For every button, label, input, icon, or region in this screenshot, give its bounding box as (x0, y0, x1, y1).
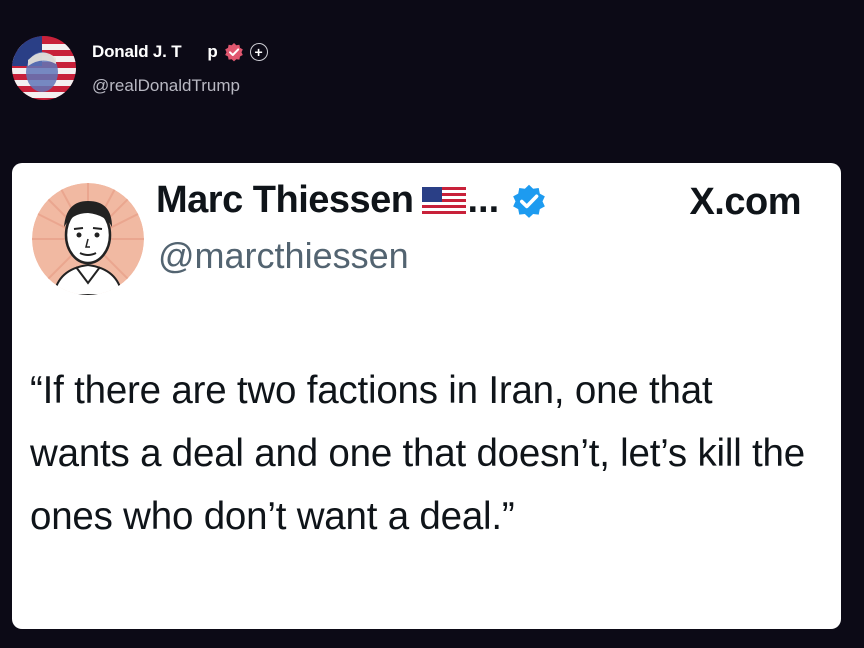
quoted-post-card[interactable]: Marc Thiessen ... X.com @marcthiessen “I… (12, 163, 841, 629)
quoted-author-avatar[interactable] (32, 183, 144, 295)
quoted-author-handle[interactable]: @marcthiessen (158, 235, 409, 277)
quoted-post-text: “If there are two factions in Iran, one … (30, 369, 805, 538)
quoted-author-name[interactable]: Marc Thiessen (156, 179, 414, 222)
post-header: Donald J. T p + @realDonaldTrump (12, 36, 412, 104)
author-avatar[interactable] (12, 36, 76, 100)
verified-badge-icon (513, 184, 546, 218)
author-name-tail: p (207, 42, 218, 61)
verified-badge-icon (224, 43, 243, 62)
quoted-author-name-row: Marc Thiessen ... (156, 179, 547, 222)
author-avatar-image (12, 36, 76, 100)
us-flag-icon (421, 186, 466, 215)
author-name-row: Donald J. T p + (92, 42, 268, 62)
quoted-name-ellipsis: ... (467, 179, 500, 221)
source-label[interactable]: X.com (689, 181, 801, 224)
follow-button[interactable]: + (249, 43, 268, 61)
quoted-author-avatar-image (32, 183, 144, 295)
author-handle[interactable]: @realDonaldTrump (92, 76, 240, 96)
author-name[interactable]: Donald J. T (92, 42, 182, 62)
